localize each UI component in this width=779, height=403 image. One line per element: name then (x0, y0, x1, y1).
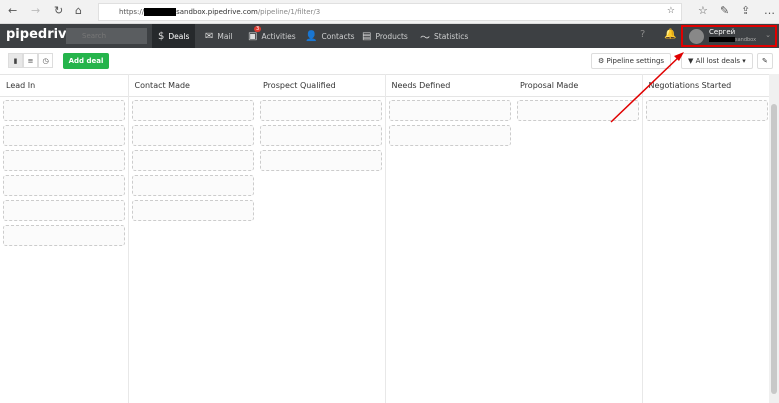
toolbar: ▮ ≡ ◷ Add deal ⚙ Pipeline settings ▼ All… (0, 48, 779, 74)
deal-placeholder (131, 150, 254, 171)
stage-column: Prospect Qualified (257, 74, 386, 403)
chart-icon: 〜 (420, 32, 430, 44)
nav-activities[interactable]: ▣ 3 Activities (242, 24, 302, 48)
pipeline-settings-label: Pipeline settings (606, 57, 665, 65)
deal-placeholder (3, 100, 125, 121)
url-host: sandbox.pipedrive.com (176, 8, 258, 16)
deal-placeholder (131, 100, 254, 121)
stage-header: Negotiations Started (642, 74, 771, 97)
nav-label: Contacts (321, 31, 355, 41)
redaction (144, 8, 177, 16)
nav-label: Mail (217, 31, 233, 41)
stage-header: Lead In (0, 74, 128, 97)
browser-bar: ← → ↻ ⌂ https:// sandbox.pipedrive.com/pi… (0, 0, 779, 24)
filter-icon: ▼ (688, 57, 696, 65)
deal-placeholder (3, 175, 125, 196)
dollar-icon: $ (158, 30, 165, 42)
nav-label: Products (375, 31, 408, 41)
stage-column: Contact Made (128, 74, 258, 403)
pipeline-board: Lead In Contact Made Prospect Qualified Nee… (0, 74, 772, 403)
share-icon[interactable]: ⇪ (741, 4, 750, 17)
more-icon[interactable]: … (764, 4, 775, 17)
deal-placeholder (3, 150, 125, 171)
list-view-button[interactable]: ≡ (23, 53, 38, 68)
bell-icon[interactable]: 🔔 (664, 29, 676, 40)
person-icon: 👤 (305, 30, 318, 42)
top-nav: pipedrive Search $ Deals ✉ Mail ▣ 3 Activiti… (0, 24, 779, 48)
scrollbar[interactable] (769, 74, 779, 403)
deal-placeholder (260, 100, 382, 121)
calendar-icon: ▣ (248, 30, 258, 42)
deal-placeholder (260, 125, 382, 146)
nav-statistics[interactable]: 〜 Statistics (414, 24, 474, 48)
user-name: Сергей (709, 28, 736, 36)
deal-placeholder (388, 100, 511, 121)
filter-label: All lost deals (695, 57, 740, 65)
forward-icon[interactable]: → (31, 4, 40, 17)
deal-placeholder (260, 150, 382, 171)
deal-placeholder (645, 100, 768, 121)
url-path: /pipeline/1/filter/3 (257, 8, 321, 16)
pipeline-settings-button[interactable]: ⚙ Pipeline settings (591, 53, 672, 69)
deal-placeholder (517, 100, 639, 121)
avatar (689, 29, 704, 44)
star-icon[interactable]: ☆ (667, 6, 675, 16)
deal-placeholder (3, 225, 125, 246)
deal-placeholder (3, 200, 125, 221)
stage-column: Lead In (0, 74, 129, 403)
add-deal-button[interactable]: Add deal (63, 53, 109, 69)
stage-header: Proposal Made (514, 74, 642, 97)
url-prefix: https:// (119, 8, 145, 16)
stage-column: Negotiations Started (642, 74, 772, 403)
stage-header: Contact Made (128, 74, 257, 97)
nav-products[interactable]: ▤ Products (356, 24, 414, 48)
deal-placeholder (3, 125, 125, 146)
back-icon[interactable]: ← (8, 4, 17, 17)
nav-label: Activities (261, 31, 296, 41)
deal-placeholder (131, 200, 254, 221)
nav-label: Deals (168, 31, 190, 41)
mail-icon: ✉ (205, 30, 214, 42)
nav-contacts[interactable]: 👤 Contacts (299, 24, 361, 48)
activities-badge: 3 (254, 26, 262, 32)
logo: pipedrive (6, 27, 76, 42)
search-placeholder: Search (82, 32, 107, 40)
edit-button[interactable]: ✎ (757, 53, 773, 69)
user-company: sandbox (709, 37, 756, 43)
box-icon: ▤ (362, 30, 372, 42)
deal-placeholder (388, 125, 511, 146)
home-icon[interactable]: ⌂ (75, 4, 82, 17)
nav-label: Statistics (434, 31, 469, 41)
help-icon[interactable]: ? (640, 29, 645, 40)
address-bar[interactable]: https:// sandbox.pipedrive.com/pipeline/1… (98, 3, 682, 21)
deal-placeholder (131, 125, 254, 146)
gear-icon: ⚙ (598, 57, 607, 65)
search-input[interactable]: Search (66, 28, 147, 44)
pen-icon[interactable]: ✎ (720, 4, 729, 17)
nav-deals[interactable]: $ Deals (152, 24, 196, 48)
filter-dropdown[interactable]: ▼ All lost deals ▾ (681, 53, 753, 69)
chevron-down-icon: ⌄ (765, 31, 771, 39)
scrollbar-thumb[interactable] (771, 104, 777, 394)
forecast-view-button[interactable]: ◷ (38, 53, 53, 68)
nav-mail[interactable]: ✉ Mail (199, 24, 239, 48)
pipeline-view-button[interactable]: ▮ (8, 53, 23, 68)
deal-placeholder (131, 175, 254, 196)
stage-column: Needs Defined (385, 74, 515, 403)
stage-header: Prospect Qualified (257, 74, 385, 97)
stage-header: Needs Defined (385, 74, 514, 97)
refresh-icon[interactable]: ↻ (54, 4, 63, 17)
stage-column: Proposal Made (514, 74, 643, 403)
pencil-icon: ✎ (762, 57, 768, 65)
user-menu[interactable]: Сергей sandbox ⌄ (681, 25, 777, 47)
favorites-icon[interactable]: ☆ (698, 4, 708, 17)
